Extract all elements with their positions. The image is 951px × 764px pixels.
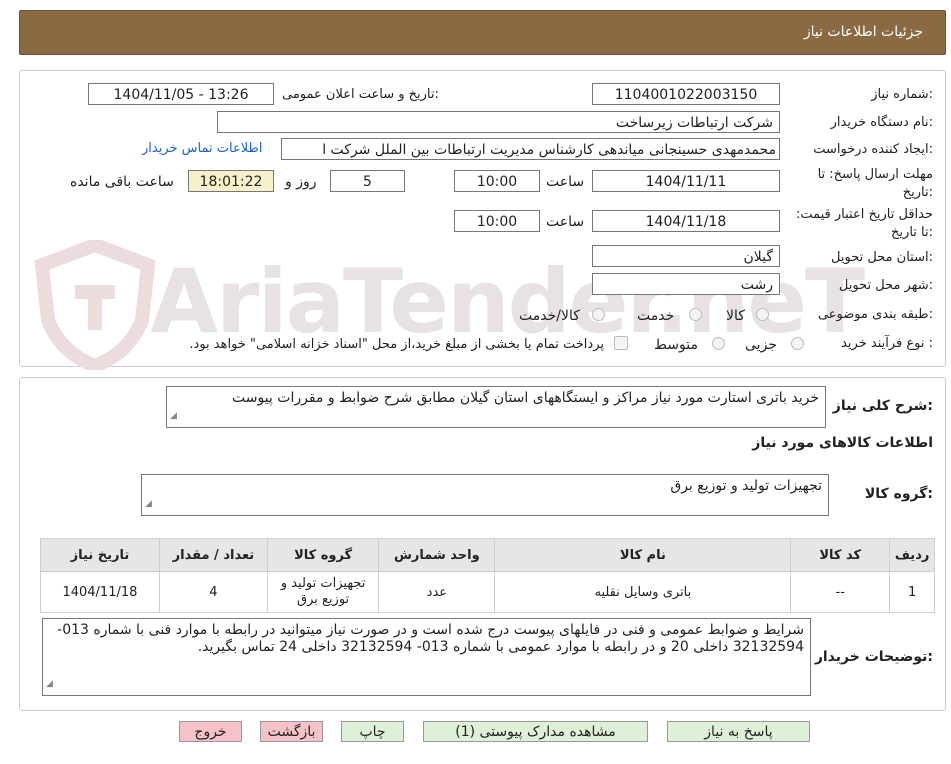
cell-row-number: 1 [889, 571, 935, 613]
resize-handle-icon[interactable]: ◢ [46, 676, 53, 693]
process-option-medium: متوسط [654, 337, 698, 353]
goods-group-textarea[interactable]: تجهیزات تولید و توزیع برق ◢ [141, 474, 829, 516]
col-header-quantity: تعداد / مقدار [158, 538, 268, 572]
cell-need-date: 1404/11/18 [40, 571, 160, 613]
province-label: استان محل تحویل: [831, 250, 933, 265]
col-header-need-date: تاریخ نیاز [40, 538, 160, 572]
category-radio-service[interactable] [689, 308, 702, 321]
province-field: گیلان [592, 245, 780, 267]
deadline-time-field: 10:00 [454, 170, 540, 192]
page-title: جزئیات اطلاعات نیاز [803, 24, 923, 40]
cell-quantity: 4 [158, 571, 268, 613]
resize-handle-icon[interactable]: ◢ [145, 496, 152, 513]
print-button[interactable]: چاپ [341, 721, 404, 742]
goods-group-text: تجهیزات تولید و توزیع برق [670, 478, 822, 494]
need-number-field: 1104001022003150 [592, 83, 780, 105]
attachments-button[interactable]: مشاهده مدارک پیوستی (1) [423, 721, 648, 742]
category-option-service: خدمت [637, 308, 675, 324]
days-label: روز و [285, 174, 317, 190]
buyer-notes-textarea[interactable]: شرایط و ضوابط عمومی و فنی در فایلهای پیو… [42, 618, 811, 696]
table-row: 1 -- باتری وسایل نقلیه عدد تجهیزات تولید… [40, 571, 935, 613]
buyer-org-label: نام دستگاه خریدار: [830, 115, 933, 130]
remaining-time-field: 18:01:22 [188, 170, 274, 192]
cell-group: تجهیزات تولید و توزیع برق [266, 571, 380, 613]
summary-text: خرید باتری استارت مورد نیاز مراکز و ایست… [231, 390, 819, 406]
payment-note: پرداخت تمام یا بخشی از مبلغ خرید،از محل … [189, 337, 604, 352]
need-number-label: شماره نیاز: [871, 87, 933, 102]
announce-field: 1404/11/05 - 13:26 [88, 83, 274, 105]
days-field: 5 [330, 170, 405, 192]
requester-label: ایجاد کننده درخواست: [813, 142, 933, 157]
exit-button[interactable]: خروج [179, 721, 242, 742]
category-label: طبقه بندی موضوعی: [817, 307, 933, 322]
col-header-item-code: کد کالا [790, 538, 891, 572]
announce-label: تاریخ و ساعت اعلان عمومی: [282, 87, 439, 102]
resize-handle-icon[interactable]: ◢ [170, 408, 177, 425]
validity-date-field: 1404/11/18 [592, 210, 780, 232]
treasury-checkbox[interactable] [614, 336, 628, 350]
summary-textarea[interactable]: خرید باتری استارت مورد نیاز مراکز و ایست… [166, 386, 826, 428]
col-header-row-number: ردیف [889, 538, 935, 572]
buyer-notes-label: توضیحات خریدار: [814, 649, 933, 665]
category-option-goods-service: کالا/خدمت [519, 308, 580, 324]
process-radio-medium[interactable] [712, 337, 725, 350]
remaining-label: ساعت باقی مانده [70, 174, 174, 190]
cell-item-name: باتری وسایل نقلیه [494, 571, 792, 613]
validity-label: حداقل تاریخ اعتبار قیمت: تا تاریخ: [795, 207, 933, 240]
buyer-notes-text: شرایط و ضوابط عمومی و فنی در فایلهای پیو… [57, 622, 804, 655]
validity-time-field: 10:00 [454, 210, 540, 232]
category-radio-goods[interactable] [756, 308, 769, 321]
deadline-time-label: ساعت [546, 174, 585, 190]
col-header-item-name: نام کالا [494, 538, 792, 572]
process-label: نوع فرآیند خرید : [841, 336, 933, 351]
category-option-goods: کالا [726, 308, 745, 324]
deadline-label: مهلت ارسال پاسخ: تا تاریخ: [817, 167, 933, 200]
city-field: رشت [592, 273, 780, 295]
process-option-minor: جزیی [745, 337, 777, 353]
process-radio-minor[interactable] [791, 337, 804, 350]
requester-field: محمدمهدی حسینجانی میاندهی کارشناس مدیریت… [281, 138, 780, 160]
cell-item-code: -- [790, 571, 891, 613]
cell-unit: عدد [378, 571, 496, 613]
buyer-contact-link[interactable]: اطلاعات تماس خریدار [142, 141, 262, 156]
goods-group-label: گروه کالا: [864, 486, 933, 502]
city-label: شهر محل تحویل: [838, 278, 933, 293]
col-header-group: گروه کالا [266, 538, 380, 572]
goods-table-header-row: ردیف کد کالا نام کالا واحد شمارش گروه کا… [40, 538, 935, 572]
col-header-unit: واحد شمارش [378, 538, 496, 572]
validity-time-label: ساعت [546, 214, 585, 230]
deadline-date-field: 1404/11/11 [592, 170, 780, 192]
back-button[interactable]: بازگشت [260, 721, 323, 742]
goods-table: ردیف کد کالا نام کالا واحد شمارش گروه کا… [40, 538, 935, 613]
goods-section-title: اطلاعات کالاهای مورد نیاز [752, 435, 933, 451]
page-header: جزئیات اطلاعات نیاز [19, 10, 946, 55]
summary-label: شرح کلی نیاز: [832, 398, 933, 414]
buyer-org-field: شرکت ارتباطات زیرساخت [217, 111, 780, 133]
reply-button[interactable]: پاسخ به نیاز [667, 721, 810, 742]
category-radio-goods-service[interactable] [592, 308, 605, 321]
